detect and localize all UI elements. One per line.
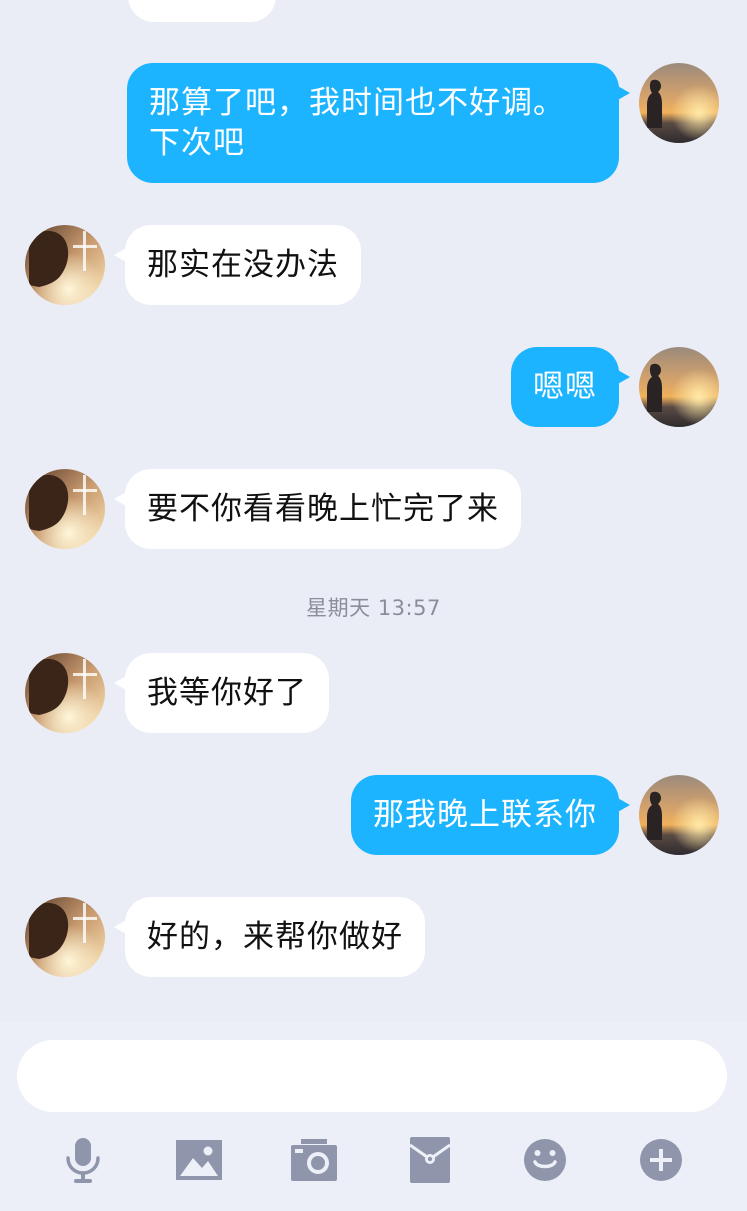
contact-avatar[interactable]: [25, 469, 105, 549]
toolbar: [0, 1134, 747, 1186]
message-text: 好的，来帮你做好: [147, 919, 403, 955]
message-bubble-outgoing[interactable]: 那我晚上联系你: [351, 775, 630, 855]
message-input[interactable]: [17, 1040, 727, 1112]
message-bubble-incoming[interactable]: 那实在没办法: [114, 225, 361, 305]
message-text: 那算了吧，我时间也不好调。: [149, 85, 565, 121]
camera-icon[interactable]: [288, 1134, 340, 1186]
my-avatar[interactable]: [639, 63, 719, 143]
image-icon[interactable]: [173, 1134, 225, 1186]
message-text: 要不你看看晚上忙完了来: [147, 491, 499, 527]
microphone-icon[interactable]: [57, 1134, 109, 1186]
message-bubble-outgoing[interactable]: 那算了吧，我时间也不好调。 下次吧: [127, 63, 630, 183]
message-text: 那实在没办法: [147, 247, 339, 283]
message-bubble-incoming[interactable]: 我等你好了: [114, 653, 329, 733]
message-bubble-incoming[interactable]: 要不你看看晚上忙完了来: [114, 469, 521, 549]
plus-icon[interactable]: [635, 1134, 687, 1186]
message-bubble-partial: [128, 0, 276, 22]
emoji-icon[interactable]: [519, 1134, 571, 1186]
message-text: 下次吧: [149, 125, 245, 161]
message-text: 那我晚上联系你: [373, 797, 597, 833]
input-bar: [0, 1022, 747, 1211]
message-text: 嗯嗯: [533, 369, 597, 405]
red-packet-icon[interactable]: [404, 1134, 456, 1186]
message-bubble-incoming[interactable]: 好的，来帮你做好: [114, 897, 425, 977]
contact-avatar[interactable]: [25, 225, 105, 305]
timestamp: 星期天 13:57: [306, 596, 441, 620]
message-bubble-outgoing[interactable]: 嗯嗯: [511, 347, 630, 427]
chat-area[interactable]: 那算了吧，我时间也不好调。 下次吧 那实在没办法 嗯嗯 要不你看看晚上忙完了来 …: [0, 0, 747, 1022]
contact-avatar[interactable]: [25, 653, 105, 733]
my-avatar[interactable]: [639, 775, 719, 855]
contact-avatar[interactable]: [25, 897, 105, 977]
message-text: 我等你好了: [147, 675, 307, 711]
my-avatar[interactable]: [639, 347, 719, 427]
